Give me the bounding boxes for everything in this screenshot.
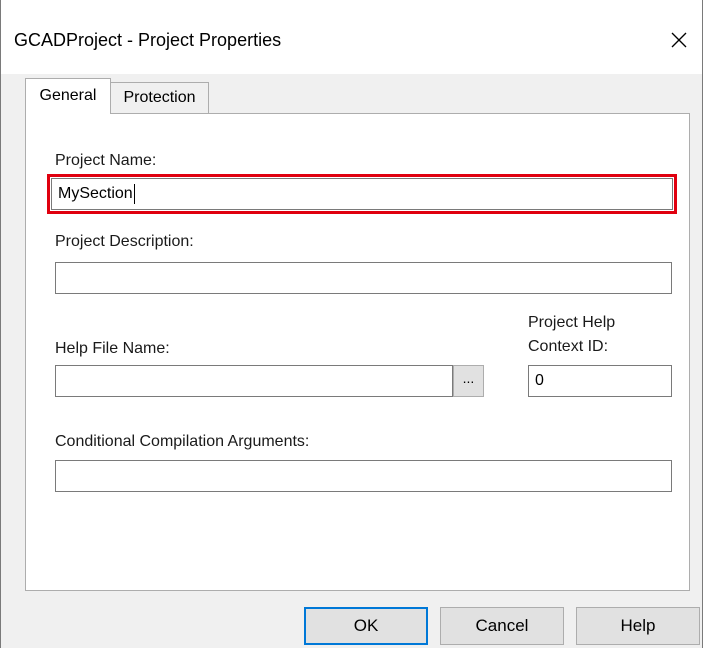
help-context-id-input[interactable]: 0 — [528, 365, 672, 397]
project-properties-dialog: GCADProject - Project Properties General… — [0, 0, 703, 648]
project-description-label: Project Description: — [55, 233, 194, 250]
help-button[interactable]: Help — [576, 607, 700, 645]
help-context-id-label-line1: Project Help — [528, 314, 616, 331]
title-bar: GCADProject - Project Properties — [1, 0, 702, 74]
ok-button[interactable]: OK — [304, 607, 428, 645]
text-caret — [133, 184, 135, 204]
close-icon — [671, 32, 687, 48]
close-button[interactable] — [656, 22, 702, 58]
conditional-compilation-label: Conditional Compilation Arguments: — [55, 433, 310, 450]
cancel-button[interactable]: Cancel — [440, 607, 564, 645]
window-title: GCADProject - Project Properties — [14, 30, 282, 50]
help-context-id-label-line2: Context ID: — [528, 338, 609, 355]
project-name-value: MySection — [58, 185, 133, 202]
project-name-label: Project Name: — [55, 152, 157, 169]
help-context-id-value: 0 — [535, 372, 544, 389]
conditional-compilation-input[interactable] — [55, 460, 672, 492]
help-file-name-label: Help File Name: — [55, 340, 170, 357]
tab-protection[interactable]: Protection — [111, 82, 209, 114]
project-description-input[interactable] — [55, 262, 672, 294]
project-name-input[interactable]: MySection — [51, 178, 673, 210]
tab-general[interactable]: General — [25, 78, 111, 114]
help-file-name-input[interactable] — [55, 365, 453, 397]
browse-help-file-button[interactable]: ... — [453, 365, 484, 397]
